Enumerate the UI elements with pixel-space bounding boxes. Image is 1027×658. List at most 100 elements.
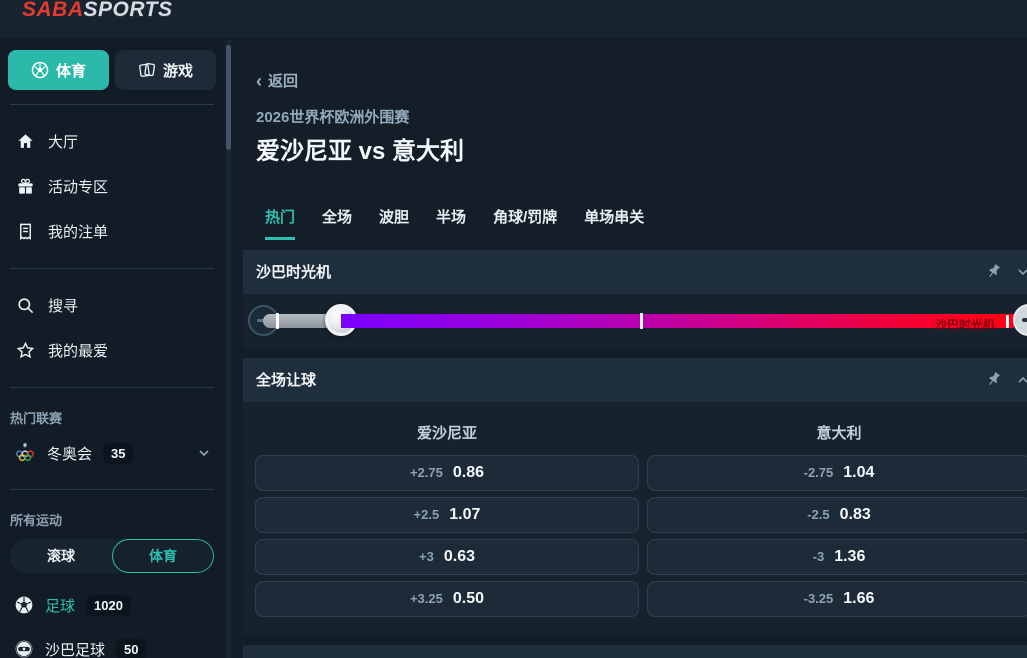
handicap-value: -3 [813,549,825,564]
sidebar-item-winter-olympics[interactable]: 冬奥会 35 [8,431,216,475]
sidebar-item-label: 搜寻 [48,295,78,316]
handicap-value: -2.75 [804,465,834,480]
star-icon [16,341,35,360]
back-button[interactable]: ‹ 返回 [256,70,298,91]
hot-leagues-title: 热门联赛 [8,402,216,431]
handicap-value: -2.5 [807,507,829,522]
odds-button-away[interactable]: -2.75 1.04 [647,455,1027,491]
sidebar-item-label: 我的最爱 [48,340,108,361]
panel-header: 全场让球 [243,358,1027,402]
live-prematch-toggle: 滚球 体育 [10,539,214,573]
pin-icon[interactable] [985,371,1002,388]
sidebar-item-label: 大厅 [48,131,78,152]
panel-title: 沙巴时光机 [256,261,331,282]
divider [10,104,214,105]
toggle-prematch[interactable]: 体育 [112,539,214,573]
slider-tick [1006,315,1009,328]
logo-text-sports: SPORTS [84,0,173,21]
sidebar-item-saba-soccer[interactable]: 沙巴足球 50 [8,627,216,658]
panel-handicap: 全场让球 爱沙尼亚 意大利 +2.75 0.86 [243,358,1027,635]
odds-button-away[interactable]: -2.5 0.83 [647,497,1027,533]
odds-button-home[interactable]: +3 0.63 [255,539,639,575]
odds-value: 1.04 [843,464,874,482]
sidebar-item-favorites[interactable]: 我的最爱 [8,328,216,373]
home-team-header: 爱沙尼亚 [255,408,639,455]
receipt-icon [16,222,35,241]
slider-plus-button[interactable] [1013,304,1027,336]
sidebar-scrollbar-thumb[interactable] [226,45,231,150]
handicap-value: +3 [419,549,434,564]
odds-button-away[interactable]: -3 1.36 [647,539,1027,575]
gift-icon [16,177,35,196]
match-title: 爱沙尼亚 vs 意大利 [256,131,1027,166]
olympic-rings-icon [14,442,36,464]
odds-value: 1.36 [834,548,865,566]
sidebar-item-lobby[interactable]: 大厅 [8,119,216,164]
home-icon [16,132,35,151]
divider [10,387,214,388]
panel-time-machine: 沙巴时光机 沙巴时光机 [243,250,1027,348]
odds-button-home[interactable]: +2.75 0.86 [255,455,639,491]
divider [10,489,214,490]
odds-row: +3 0.63 -3 1.36 [255,539,1027,575]
divider [10,268,214,269]
slider-track-future[interactable] [341,314,1014,328]
sidebar-item-football[interactable]: 足球 1020 [8,583,216,627]
main-content: ‹ 返回 2026世界杯欧洲外围赛 爱沙尼亚 vs 意大利 热门 全场 波胆 半… [243,38,1027,658]
back-label: 返回 [268,70,298,91]
tab-half-time[interactable]: 半场 [436,206,466,240]
panel-title: 全场让球 [256,369,316,390]
sport-label: 沙巴足球 [45,639,105,658]
sidebar-item-promotions[interactable]: 活动专区 [8,164,216,209]
toggle-live[interactable]: 滚球 [10,539,112,573]
tab-hot[interactable]: 热门 [265,206,295,240]
all-sports-title: 所有运动 [8,504,216,533]
odds-row: +2.5 1.07 -2.5 0.83 [255,497,1027,533]
sidebar-item-label: 活动专区 [48,176,108,197]
sport-count-badge: 50 [116,639,146,658]
odds-row: +2.75 0.86 -2.75 1.04 [255,455,1027,491]
soccer-ball-icon [31,61,49,79]
odds-value: 1.07 [449,506,480,524]
handicap-value: +3.25 [410,591,443,606]
odds-value: 0.63 [444,548,475,566]
tab-correct-score[interactable]: 波胆 [379,206,409,240]
odds-button-home[interactable]: +3.25 0.50 [255,581,639,617]
slider-end-label: 沙巴时光机 [935,316,995,333]
league-count-badge: 35 [103,443,133,464]
soccer-ball-icon [14,595,34,615]
away-team-header: 意大利 [647,408,1027,455]
sidebar-item-search[interactable]: 搜寻 [8,283,216,328]
league-title: 2026世界杯欧洲外围赛 [256,106,1027,127]
mode-tab-sports[interactable]: 体育 [8,50,109,90]
chevron-expand-icon[interactable] [1015,372,1027,388]
cards-icon [138,61,156,79]
slider-tick [640,313,643,329]
chevron-down-icon[interactable] [196,445,212,461]
top-bar: SABASPORTS [0,0,1027,38]
tab-corners-cards[interactable]: 角球/罚牌 [493,206,557,240]
sidebar-mode-tabs: 体育 游戏 [8,50,216,90]
sidebar-item-my-bets[interactable]: 我的注单 [8,209,216,254]
handicap-value: -3.25 [804,591,834,606]
panel-over-under: 全场大/小 [243,645,1027,658]
handicap-value: +2.5 [414,507,440,522]
tab-single-parlay[interactable]: 单场串关 [584,206,644,240]
tab-full-time[interactable]: 全场 [322,206,352,240]
sport-count-badge: 1020 [86,595,131,616]
mode-tab-games[interactable]: 游戏 [115,50,216,90]
odds-value: 1.66 [843,590,874,608]
saba-soccer-icon [14,639,34,658]
saba-sports-logo[interactable]: SABASPORTS [22,0,172,22]
sidebar: 体育 游戏 大厅 活动专区 我的注单 搜寻 [0,38,224,658]
sport-label: 足球 [45,595,75,616]
odds-button-away[interactable]: -3.25 1.66 [647,581,1027,617]
search-icon [16,296,35,315]
pin-icon[interactable] [985,263,1002,280]
panel-header: 沙巴时光机 [243,250,1027,294]
odds-button-home[interactable]: +2.5 1.07 [255,497,639,533]
chevron-collapse-icon[interactable] [1015,264,1027,280]
odds-value: 0.50 [453,590,484,608]
mode-tab-label: 游戏 [163,60,193,81]
odds-value: 0.83 [840,506,871,524]
